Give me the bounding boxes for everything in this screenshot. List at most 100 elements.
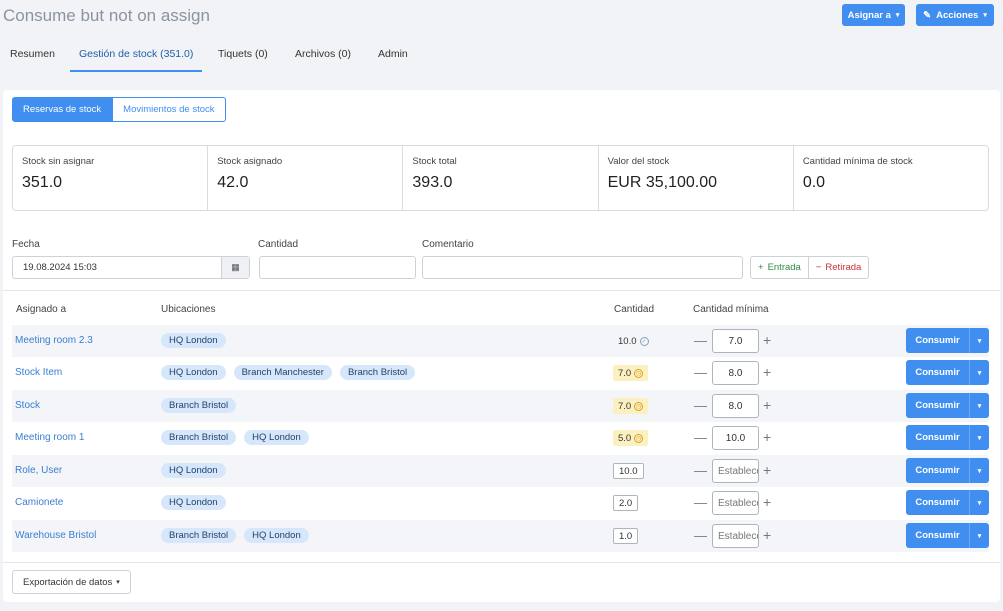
tab-admin[interactable]: Admin [378,38,408,72]
min-quantity-input[interactable]: 8.0 [712,361,759,385]
page-title: Consume but not on assign [3,6,210,25]
caret-down-icon[interactable]: ▾ [969,328,989,353]
consume-button[interactable]: Consumir ▾ [906,393,989,418]
location-chip: HQ London [161,495,226,510]
increment-icon[interactable]: + [763,494,771,510]
stock-out-label: Retirada [825,262,862,273]
stat-total: Stock total 393.0 [403,146,599,210]
subtab-stock-movements[interactable]: Movimientos de stock [112,97,226,122]
table-row: Stock Branch Bristol 7.0 ◷ — 8.0 + Consu… [12,390,989,422]
main-tabs: Resumen Gestión de stock (351.0) Tiquets… [0,38,430,72]
consume-button[interactable]: Consumir ▾ [906,490,989,515]
quantity-text: 2.0 [619,497,633,509]
assigned-link[interactable]: Role, User [15,465,62,476]
data-export-label: Exportación de datos [23,576,113,588]
consume-label: Consumir [915,465,960,476]
stat-min-stock: Cantidad mínima de stock 0.0 [794,146,988,210]
quantity-value: 10.0 ✓ [613,333,654,349]
location-chips: Branch Bristol HQ London [161,528,309,543]
data-export-button[interactable]: Exportación de datos ▾ [12,570,131,594]
consume-label: Consumir [915,497,960,508]
stock-in-button[interactable]: + Entrada [750,256,809,279]
assigned-link[interactable]: Meeting room 2.3 [15,335,93,346]
increment-icon[interactable]: + [763,364,771,380]
assign-to-button[interactable]: Asignar a ▾ [842,4,905,26]
stock-stats: Stock sin asignar 351.0 Stock asignado 4… [12,145,989,211]
consume-button[interactable]: Consumir ▾ [906,523,989,548]
warning-clock-icon: ◷ [634,433,644,443]
assigned-link[interactable]: Warehouse Bristol [15,530,96,541]
increment-icon[interactable]: + [763,397,771,413]
min-quantity-input[interactable]: Establecer [712,459,759,483]
min-quantity-input[interactable]: 10.0 [712,426,759,450]
location-chip: HQ London [161,333,226,348]
date-value: 19.08.2024 15:03 [23,262,97,273]
decrement-icon[interactable]: — [694,528,707,543]
caret-down-icon[interactable]: ▾ [969,458,989,483]
min-quantity-input[interactable]: 7.0 [712,329,759,353]
header-min-quantity: Cantidad mínima [693,304,769,315]
consume-button[interactable]: Consumir ▾ [906,328,989,353]
table-row: Warehouse Bristol Branch Bristol HQ Lond… [12,520,989,552]
stat-unassigned: Stock sin asignar 351.0 [13,146,209,210]
tab-tickets[interactable]: Tiquets (0) [218,38,268,72]
decrement-icon[interactable]: — [694,333,707,348]
assigned-link[interactable]: Stock [15,400,40,411]
stock-in-out-group: + Entrada − Retirada [750,256,870,279]
stock-subtabs: Reservas de stock Movimientos de stock [12,97,226,122]
calendar-icon[interactable]: ▦ [221,257,249,278]
caret-down-icon[interactable]: ▾ [969,425,989,450]
increment-icon[interactable]: + [763,429,771,445]
tab-files[interactable]: Archivos (0) [295,38,351,72]
decrement-icon[interactable]: — [694,430,707,445]
comment-label: Comentario [422,239,474,250]
increment-icon[interactable]: + [763,332,771,348]
decrement-icon[interactable]: — [694,495,707,510]
decrement-icon[interactable]: — [694,463,707,478]
quantity-input[interactable] [259,256,416,279]
tab-summary[interactable]: Resumen [10,38,55,72]
min-quantity-input[interactable]: Establecer [712,524,759,548]
actions-button[interactable]: ✎ Acciones ▾ [916,4,994,26]
subtab-stock-reservations[interactable]: Reservas de stock [12,97,113,122]
min-quantity-input[interactable]: Establecer [712,491,759,515]
table-row: Meeting room 2.3 HQ London 10.0 ✓ — 7.0 … [12,325,989,357]
location-chips: HQ London [161,463,226,478]
quantity-value: 2.0 [613,495,639,511]
consume-label: Consumir [915,432,960,443]
caret-down-icon[interactable]: ▾ [969,523,989,548]
location-chips: HQ London Branch Manchester Branch Brist… [161,365,416,380]
min-quantity-input[interactable]: 8.0 [712,394,759,418]
quantity-text: 7.0 [618,400,632,412]
consume-button[interactable]: Consumir ▾ [906,360,989,385]
date-field[interactable]: 19.08.2024 15:03 ▦ [12,256,250,279]
assigned-link[interactable]: Camionete [15,497,63,508]
header-quantity: Cantidad [614,304,655,315]
assigned-link[interactable]: Stock Item [15,367,62,378]
stat-label: Cantidad mínima de stock [802,156,913,167]
comment-input[interactable] [422,256,743,279]
quantity-text: 7.0 [618,367,632,379]
caret-down-icon[interactable]: ▾ [969,393,989,418]
decrement-icon[interactable]: — [694,398,707,413]
warning-clock-icon: ◷ [634,401,644,411]
stock-in-label: Entrada [767,262,801,273]
caret-down-icon: ▾ [895,12,900,19]
consume-button[interactable]: Consumir ▾ [906,458,989,483]
stock-out-button[interactable]: − Retirada [808,256,870,279]
quantity-value: 5.0 ◷ [613,430,649,446]
quantity-label: Cantidad [258,239,299,250]
increment-icon[interactable]: + [763,462,771,478]
location-chip: Branch Bristol [161,528,237,543]
tab-stock-management[interactable]: Gestión de stock (351.0) [70,38,203,72]
consume-label: Consumir [915,367,960,378]
caret-down-icon[interactable]: ▾ [969,360,989,385]
decrement-icon[interactable]: — [694,365,707,380]
assigned-link[interactable]: Meeting room 1 [15,432,84,443]
increment-icon[interactable]: + [763,527,771,543]
stat-value: 0.0 [802,174,826,191]
location-chip: HQ London [244,528,309,543]
consume-button[interactable]: Consumir ▾ [906,425,989,450]
location-chips: HQ London [161,333,226,348]
caret-down-icon[interactable]: ▾ [969,490,989,515]
